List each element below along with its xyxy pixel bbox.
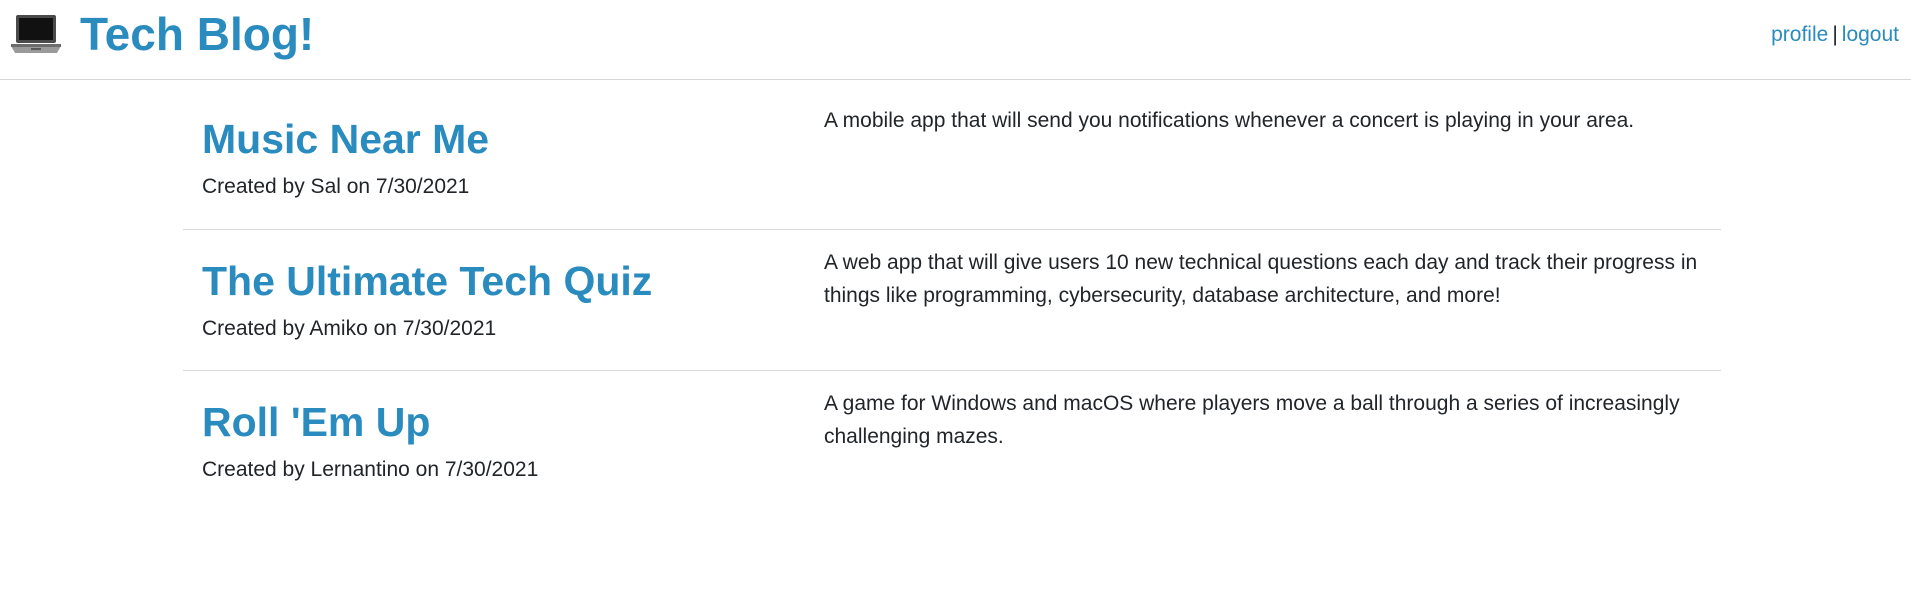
header-nav: profile | logout (1771, 23, 1899, 47)
site-header: Tech Blog! profile | logout (0, 0, 1911, 80)
post-header: The Ultimate Tech Quiz Created by Amiko … (202, 258, 824, 370)
post-meta: Created by Sal on 7/30/2021 (202, 175, 470, 198)
post-item: Music Near Me Created by Sal on 7/30/202… (183, 92, 1721, 229)
post-item: The Ultimate Tech Quiz Created by Amiko … (183, 229, 1721, 370)
laptop-icon (10, 12, 62, 56)
post-list: Music Near Me Created by Sal on 7/30/202… (183, 92, 1721, 511)
post-description: A game for Windows and macOS where playe… (824, 392, 1680, 448)
post-header: Roll 'Em Up Created by Lernantino on 7/3… (202, 399, 824, 511)
nav-separator: | (1832, 23, 1838, 46)
site-title: Tech Blog! (80, 8, 315, 60)
post-title-link[interactable]: Music Near Me (202, 116, 489, 162)
post-description: A web app that will give users 10 new te… (824, 251, 1698, 307)
post-title-link[interactable]: The Ultimate Tech Quiz (202, 258, 652, 304)
post-item: Roll 'Em Up Created by Lernantino on 7/3… (183, 370, 1721, 511)
profile-link[interactable]: profile (1771, 23, 1828, 46)
post-title-link[interactable]: Roll 'Em Up (202, 399, 430, 445)
brand-link[interactable]: Tech Blog! (10, 8, 314, 60)
post-header: Music Near Me Created by Sal on 7/30/202… (202, 116, 824, 229)
post-description: A mobile app that will send you notifica… (824, 109, 1635, 132)
post-meta: Created by Amiko on 7/30/2021 (202, 317, 497, 340)
logout-link[interactable]: logout (1842, 23, 1899, 46)
post-meta: Created by Lernantino on 7/30/2021 (202, 458, 539, 481)
